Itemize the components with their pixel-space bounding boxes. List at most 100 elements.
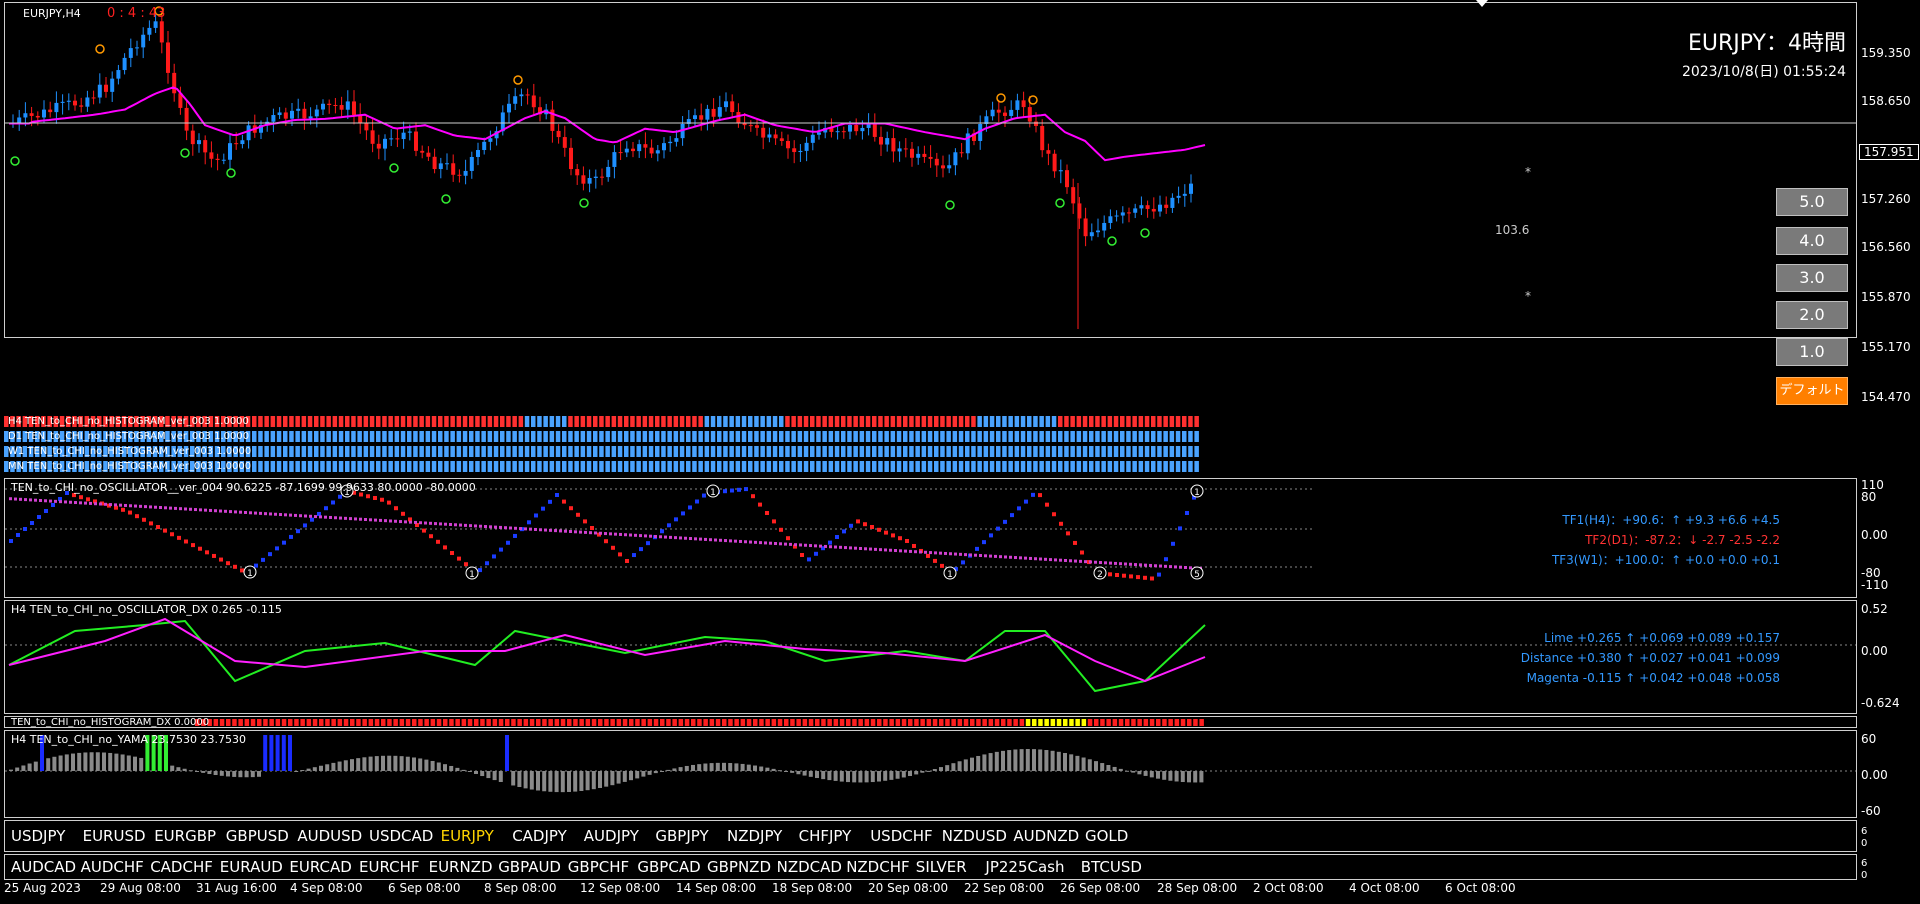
yama-bar [1100,763,1105,771]
histogram-dx-cell [312,719,318,726]
histogram-dx-cell [957,719,963,726]
symbol-button-btcusd[interactable]: BTCUSD [1081,858,1142,876]
histogram-cell [462,461,468,472]
histogram-cell [810,416,815,427]
symbol-button-gbpnzd[interactable]: GBPNZD [707,858,771,876]
histogram-cell [568,446,573,457]
histogram-cell [661,446,666,457]
yama-bar [790,771,795,773]
histogram-cell [1064,431,1069,442]
symbol-button-eurusd[interactable]: EURUSD [83,827,146,845]
osc-dot [1129,574,1133,579]
osc-d1-dot [824,544,827,548]
symbol-button-eurcad[interactable]: EURCAD [289,858,351,876]
yama-bar [1087,759,1092,771]
histogram-dx-pane[interactable]: TEN_to_CHI_no_HISTOGRAM_DX 0.0000 [4,716,1857,728]
histogram-cell [983,431,989,442]
dx-pane[interactable]: H4 TEN_to_CHI_no_OSCILLATOR_DX 0.265 -0.… [4,600,1857,714]
osc-dot [1164,557,1168,562]
yama-pane[interactable]: H4 TEN_to_CHI_no_YAMA 23.7530 23.7530 [4,730,1857,818]
price-scale[interactable]: 159.350 158.650 157.951 157.260 156.560 … [1857,2,1920,404]
histogram-cell [785,416,790,427]
candle-up [1015,100,1020,110]
histogram-cell [388,446,393,457]
symbol-button-gbpcad[interactable]: GBPCAD [637,858,700,876]
symbol-button-nzdchf[interactable]: NZDCHF [846,858,909,876]
symbol-button-eurjpy[interactable]: EURJPY [441,827,494,845]
symbol-button-gbpjpy[interactable]: GBPJPY [655,827,708,845]
histogram-dx-cell [455,719,460,726]
histogram-dx-cell [734,719,739,726]
symbol-button-eurchf[interactable]: EURCHF [359,858,420,876]
symbol-button-eurnzd[interactable]: EURNZD [429,858,493,876]
symbol-row-2: AUDCAD AUDCHF CADCHF EURAUD EURCAD EURCHF EURN… [4,854,1857,880]
symbol-button-nzdjpy[interactable]: NZDJPY [727,827,782,845]
symbol-button-audnzd[interactable]: AUDNZD [1013,827,1079,845]
histogram-cell [791,416,796,427]
osc-dot [1136,575,1140,580]
histogram-pane[interactable]: H4 TEN_to_CHI_no_HISTOGRAM_ver_003 1.000… [4,414,1857,476]
symbol-button-euraud[interactable]: EURAUD [220,858,283,876]
osc-signal-number: 1 [710,488,716,498]
symbol-button-silver[interactable]: SILVER [916,858,967,876]
osc-d1-dot [219,509,222,513]
default-button[interactable]: デフォルト [1776,377,1848,405]
symbol-button-usdcad[interactable]: USDCAD [369,827,433,845]
zoom-button-5[interactable]: 5.0 [1776,188,1848,216]
candle-down [339,105,344,110]
candle-up [897,148,902,152]
histogram-cell [896,431,902,442]
histogram-cell [276,461,282,472]
osc-d1-dot [124,503,127,507]
oscillator-pane[interactable]: 11111251 TEN_to_CHI_no_OSCILLATOR__ver_0… [4,478,1857,598]
histogram-dx-cell [988,719,994,726]
candle-down [420,150,425,153]
symbol-button-audusd[interactable]: AUDUSD [297,827,362,845]
symbol-button-audjpy[interactable]: AUDJPY [584,827,639,845]
osc-d1-dot [429,521,432,525]
symbol-button-usdchf[interactable]: USDCHF [870,827,932,845]
symbol-button-cadjpy[interactable]: CADJPY [512,827,567,845]
symbol-button-jp225cash[interactable]: JP225Cash [985,858,1064,876]
candle-up [54,102,59,113]
price-chart-pane[interactable]: EURJPY,H4 0 : 4 : 43 EURJPY：4時間 2023/10/… [4,2,1857,338]
symbol-button-gold[interactable]: GOLD [1085,827,1128,845]
symbol-button-cadchf[interactable]: CADCHF [150,858,213,876]
symbol-button-audchf[interactable]: AUDCHF [81,858,144,876]
tf1-readout: TF1(H4)：+90.6：↑ +9.3 +6.6 +4.5 [1562,513,1780,527]
symbol-button-usdjpy[interactable]: USDJPY [11,827,65,845]
zoom-button-4[interactable]: 4.0 [1776,227,1848,255]
histogram-cell [971,431,976,442]
histogram-cell [531,446,536,457]
zoom-button-3[interactable]: 3.0 [1776,264,1848,292]
histogram-dx-cell [343,719,349,726]
histogram-cell [642,461,648,472]
histogram-cell [462,446,468,457]
histogram-cell [524,461,530,472]
symbol-button-nzdcad[interactable]: NZDCAD [777,858,842,876]
zoom-button-1[interactable]: 1.0 [1776,338,1848,366]
histogram-cell [332,446,338,457]
yama-bar [846,771,850,783]
time-axis-label: 6 Oct 08:00 [1445,881,1516,895]
osc-d1-dot [424,521,427,525]
symbol-button-chfjpy[interactable]: CHFJPY [799,827,852,845]
symbol-button-gbpchf[interactable]: GBPCHF [568,858,629,876]
histogram-cell [872,446,877,457]
zoom-button-2[interactable]: 2.0 [1776,301,1848,329]
symbol-button-eurgbp[interactable]: EURGBP [154,827,216,845]
osc-d1-dot [874,547,877,551]
histogram-cell [686,416,691,427]
symbol-button-nzdusd[interactable]: NZDUSD [942,827,1007,845]
symbol-button-audcad[interactable]: AUDCAD [11,858,76,876]
histogram-cell [580,431,586,442]
symbol-button-gbpusd[interactable]: GBPUSD [226,827,289,845]
histogram-cell [952,461,958,472]
yama-bar [325,764,330,771]
candle-up [587,177,592,184]
osc-dot [443,545,447,550]
symbol-button-gbpaud[interactable]: GBPAUD [498,858,561,876]
osc-d1-dot [974,553,977,557]
histogram-dx-cell [864,719,870,726]
histogram-cell [301,446,307,457]
